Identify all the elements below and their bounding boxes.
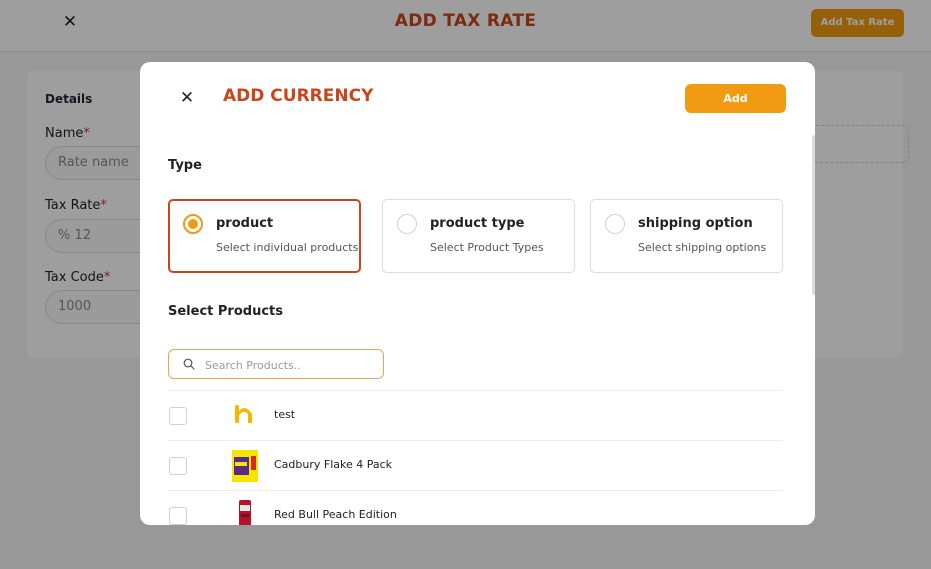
add-button[interactable]: Add: [685, 84, 786, 113]
cadbury-flake-pack-icon: [232, 450, 258, 482]
type-option-product[interactable]: product Select individual products: [168, 199, 361, 273]
type-option-subtitle: Select Product Types: [430, 241, 544, 254]
type-option-subtitle: Select shipping options: [638, 241, 767, 254]
type-label: Type: [168, 158, 202, 173]
radio-unselected-icon[interactable]: [605, 214, 625, 234]
product-checkbox[interactable]: [169, 507, 187, 525]
list-item[interactable]: Red Bull Peach Edition: [168, 490, 783, 525]
search-products-box[interactable]: [168, 349, 384, 379]
product-checkbox[interactable]: [169, 457, 187, 475]
type-option-title: shipping option: [638, 216, 753, 231]
type-option-shipping-option[interactable]: shipping option Select shipping options: [590, 199, 783, 273]
type-option-title: product type: [430, 216, 525, 231]
search-input[interactable]: [205, 355, 375, 375]
type-option-product-type[interactable]: product type Select Product Types: [382, 199, 575, 273]
product-name: Cadbury Flake 4 Pack: [274, 458, 393, 471]
radio-selected-icon[interactable]: [183, 214, 203, 234]
orange-h-logo-icon: [235, 405, 252, 423]
modal-scrollbar[interactable]: [812, 135, 815, 295]
select-products-label: Select Products: [168, 304, 283, 319]
red-bull-can-icon: [239, 500, 251, 525]
radio-unselected-icon[interactable]: [397, 214, 417, 234]
close-icon[interactable]: ✕: [176, 87, 198, 109]
product-checkbox[interactable]: [169, 407, 187, 425]
product-name: Red Bull Peach Edition: [274, 508, 397, 521]
modal-title: ADD CURRENCY: [223, 86, 374, 106]
type-option-subtitle: Select individual products: [216, 241, 359, 254]
list-item[interactable]: Cadbury Flake 4 Pack: [168, 440, 783, 489]
product-name: test: [274, 408, 296, 421]
search-icon: [183, 358, 195, 370]
add-currency-modal: ✕ ADD CURRENCY Add Type product Select i…: [140, 62, 815, 525]
list-item[interactable]: test: [168, 390, 783, 439]
type-option-title: product: [216, 216, 274, 231]
